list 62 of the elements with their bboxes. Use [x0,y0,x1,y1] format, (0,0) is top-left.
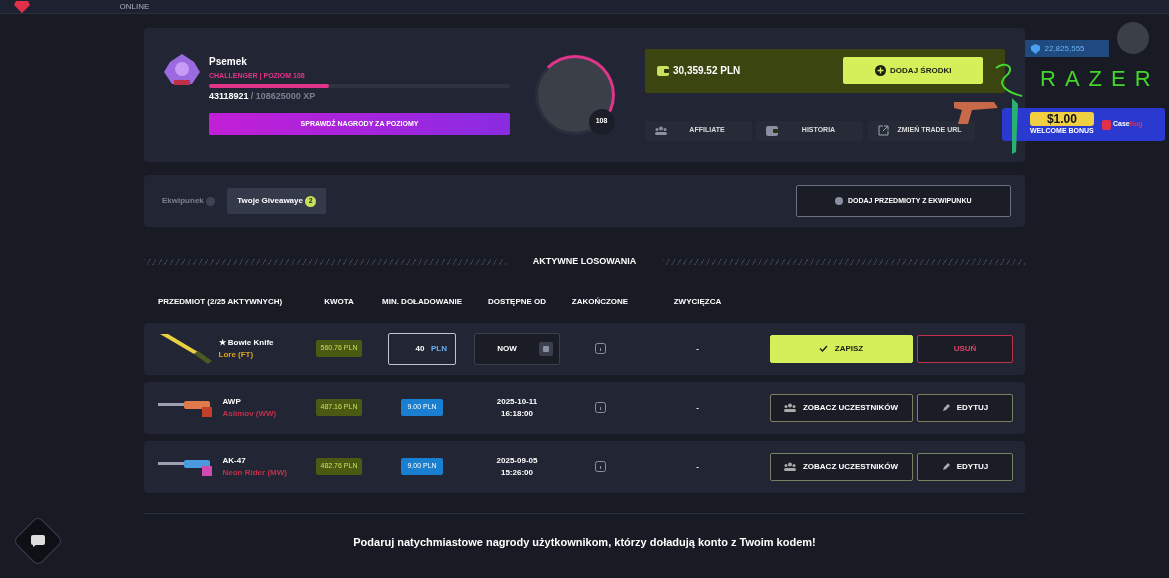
skin-name: Neon Rider (MW) [222,466,287,479]
plus-icon [874,65,886,76]
xp-total: / 108625000 XP [250,90,316,104]
winner-value: - [696,401,699,414]
plus-icon [835,197,844,205]
item-name: ★ Bowie Knife [218,336,274,349]
pencil-icon [941,403,950,412]
xp-current: 43118921 [209,90,249,104]
skin-name: Lore (FT) [218,348,255,361]
people-icon [783,403,796,412]
column-header: PRZEDMIOT (2/25 AKTYWNYCH) [158,295,284,308]
chat-icon [31,535,45,547]
delete-button[interactable]: USUŃ [917,334,1013,363]
info-icon [206,196,216,206]
people-icon [654,126,667,135]
edit-button[interactable]: EDYTUJ [917,393,1013,422]
column-header: ZWYCIĘZCA [673,295,722,308]
available-date: 2025-10-11 16:18:00 [496,395,538,420]
text-input[interactable]: 40 [404,341,427,356]
knife-drawing [158,331,214,366]
winner-value: - [696,460,699,473]
info-icon [594,461,606,472]
calendar-icon[interactable] [539,341,553,356]
bonus-amount: $1.00 [1030,112,1094,127]
save-button[interactable]: ZAPISZ [769,334,913,363]
currency-label: PLN [431,342,447,355]
skin-name: Asiimov (WW) [222,407,277,420]
participants-button[interactable]: ZOBACZ UCZESTNIKÓW [769,452,913,481]
logo-icon [13,0,30,13]
column-header: ZAKOŃCZONE [571,295,629,308]
column-header: KWOTA [324,295,354,308]
pencil-icon [941,462,950,471]
username: Psemek [209,55,248,70]
date-field[interactable]: NOW [474,332,560,365]
info-icon [594,343,606,354]
user-avatar-placeholder [1117,22,1149,54]
balance-amount: 30,359.52 PLN [673,64,741,78]
brand-logo-icon [1101,119,1111,130]
check-icon [818,345,828,352]
available-date: 2025-09-05 15:26:00 [496,454,538,479]
item-name: AWP [222,395,242,408]
viewer-count-badge: 22,825,555 [1025,40,1109,57]
online-status: ONLINE [119,0,150,13]
min-deposit-field[interactable]: 40 PLN [388,332,456,365]
column-header: MIN. DOŁADOWANIE [382,295,462,308]
shield-icon [1031,43,1040,54]
wallet-icon [656,65,669,76]
section-title: AKTYWNE LOSOWANIA [532,255,637,268]
info-icon [594,402,606,413]
tab[interactable]: Ekwipunek [162,188,226,214]
winner-value: - [696,342,699,355]
participants-button[interactable]: ZOBACZ UCZESTNIKÓW [769,393,913,422]
wallet-icon [766,125,778,136]
footer-text: Podaruj natychmiastowe nagrody użytkownikom, którzy doładują konto z Twoim kodem! [352,534,817,550]
sponsor-text: RAZER [1040,65,1160,93]
deposit-button[interactable]: DODAJ ŚRODKI [843,57,983,84]
rank-badge-icon [164,54,200,87]
column-header: DOSTĘPNE OD [487,295,547,308]
external-link-icon [877,125,889,136]
edit-button[interactable]: EDYTUJ [917,452,1013,481]
people-icon [783,462,796,471]
item-name: AK-47 [222,454,247,467]
